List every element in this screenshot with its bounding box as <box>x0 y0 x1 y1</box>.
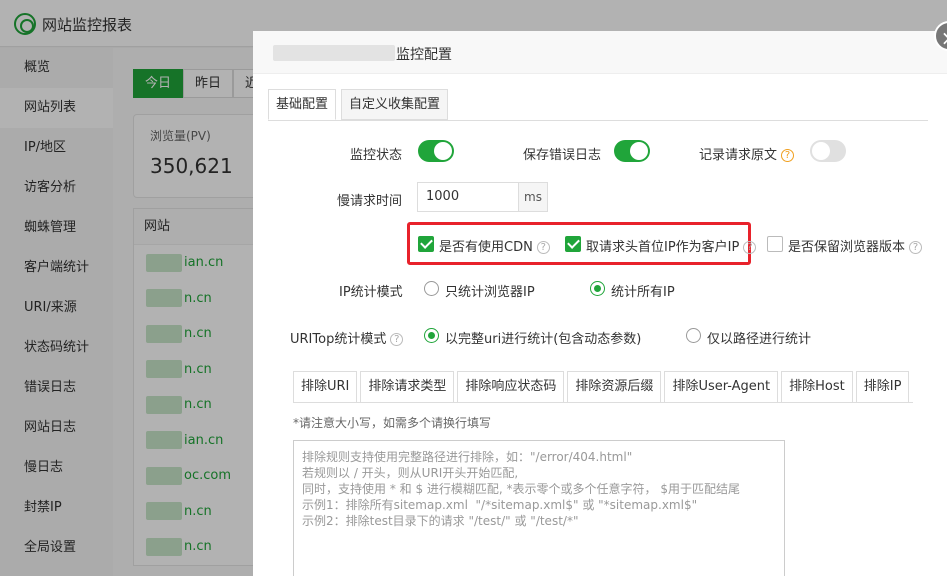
monitor-config-dialog: 监控配置 × 基础配置 自定义收集配置 监控状态 保存错误日志 记录请求原文? … <box>253 21 947 576</box>
placeholder-line: 示例2：排除test目录下的请求 "/test/" 或 "/test/*" <box>302 514 579 528</box>
placeholder-line: 示例1：排除所有sitemap.xml "/*sitemap.xml$" 或 "… <box>302 498 698 512</box>
dialog-title: 监控配置 <box>396 47 452 63</box>
ip-mode-label: IP统计模式 <box>339 285 403 300</box>
monitor-status-label: 监控状态 <box>350 148 403 163</box>
cdn-checkbox[interactable] <box>418 236 434 252</box>
keep-browser-checkbox[interactable] <box>767 236 783 252</box>
uri-full-radio[interactable] <box>424 328 439 343</box>
slow-time-label: 慢请求时间 <box>337 194 403 209</box>
config-tabs: 基础配置 自定义收集配置 <box>268 89 453 120</box>
cdn-label: 是否有使用CDN? <box>439 236 550 255</box>
record-raw-toggle[interactable] <box>810 140 846 162</box>
dialog-header: 监控配置 × <box>253 21 947 74</box>
help-icon[interactable]: ? <box>743 241 757 254</box>
tab-exclude-uri[interactable]: 排除URI <box>293 371 358 403</box>
tab-exclude-method[interactable]: 排除请求类型 <box>360 371 455 403</box>
placeholder-line: 排除规则支持使用完整路径进行排除，如："/error/404.html" <box>302 450 633 464</box>
slow-time-input[interactable]: 1000 <box>417 182 518 212</box>
tab-exclude-host[interactable]: 排除Host <box>781 371 853 403</box>
placeholder-line: 同时，支持使用 * 和 $ 进行模糊匹配, *表示零个或多个任意字符， $用于匹… <box>302 482 740 496</box>
first-ip-checkbox[interactable] <box>565 236 581 252</box>
uri-full-label: 以完整uri进行统计(包含动态参数) <box>445 332 642 347</box>
slow-time-group: 1000 ms <box>417 182 548 212</box>
tab-basic-config[interactable]: 基础配置 <box>268 89 337 120</box>
tabs-divider <box>268 120 928 121</box>
ip-browser-label: 只统计浏览器IP <box>445 285 535 300</box>
first-ip-label: 取请求头首位IP作为客户IP? <box>586 236 757 255</box>
save-error-log-toggle[interactable] <box>614 140 650 162</box>
placeholder-line: 若规则以 / 开头，则从URI开头开始匹配, <box>302 466 519 480</box>
uri-mode-label: URITop统计模式? <box>290 328 404 347</box>
record-raw-label: 记录请求原文? <box>699 144 795 163</box>
monitor-status-toggle[interactable] <box>418 140 454 162</box>
tab-exclude-status[interactable]: 排除响应状态码 <box>457 371 565 403</box>
help-icon[interactable]: ? <box>390 333 404 346</box>
save-error-log-label: 保存错误日志 <box>523 148 602 163</box>
ip-all-radio[interactable] <box>590 281 605 296</box>
case-note: *请注意大小写，如需多个请换行填写 <box>293 416 492 430</box>
keep-browser-label: 是否保留浏览器版本? <box>788 236 923 255</box>
exclude-tabs-divider <box>293 402 913 403</box>
redacted-site-name <box>273 45 395 61</box>
exclude-tabs: 排除URI 排除请求类型 排除响应状态码 排除资源后缀 排除User-Agent… <box>293 371 912 403</box>
tab-exclude-user-agent[interactable]: 排除User-Agent <box>664 371 779 403</box>
help-icon[interactable]: ? <box>536 241 550 254</box>
tab-exclude-suffix[interactable]: 排除资源后缀 <box>567 371 662 403</box>
help-icon[interactable]: ? <box>781 149 795 162</box>
slow-time-unit: ms <box>518 182 548 212</box>
tab-custom-collect[interactable]: 自定义收集配置 <box>341 89 449 120</box>
exclude-rules-textarea[interactable]: 排除规则支持使用完整路径进行排除，如："/error/404.html" 若规则… <box>293 440 785 576</box>
ip-browser-radio[interactable] <box>424 281 439 296</box>
tab-exclude-ip[interactable]: 排除IP <box>855 371 910 403</box>
help-icon[interactable]: ? <box>909 241 923 254</box>
ip-all-label: 统计所有IP <box>611 285 675 300</box>
uri-path-label: 仅以路径进行统计 <box>707 332 812 347</box>
uri-path-radio[interactable] <box>686 328 701 343</box>
